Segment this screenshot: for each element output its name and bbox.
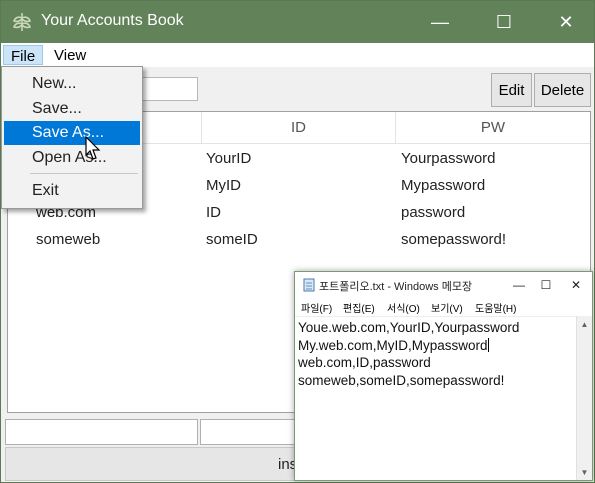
notepad-icon [303,278,315,292]
mouse-cursor-icon [85,136,101,160]
table-cell-pw[interactable]: password [401,204,465,221]
column-header-id[interactable]: ID [202,112,396,144]
window-title: Your Accounts Book [41,12,184,29]
table-cell-site[interactable]: someweb [36,231,100,248]
notepad-maximize-button[interactable]: ☐ [533,274,559,296]
menu-item-save-as[interactable]: Save As... [4,121,140,145]
notepad-text-area[interactable]: Youe.web.com,YourID,Yourpassword My.web.… [295,316,576,480]
delete-button[interactable]: Delete [534,73,591,107]
notepad-menu-format[interactable]: 서식(O) [387,300,420,315]
menu-separator [30,173,138,174]
menu-bar: File View [1,43,594,67]
edit-button[interactable]: Edit [491,73,532,107]
menu-view[interactable]: View [47,45,93,65]
minimize-button[interactable]: — [417,1,463,43]
table-cell-id[interactable]: someID [206,231,258,248]
notepad-title-bar[interactable]: 포트폴리오.txt - Windows 메모장 — ☐ ✕ [295,272,592,298]
notepad-menu-view[interactable]: 보기(V) [431,300,463,315]
title-bar[interactable]: Your Accounts Book — ☐ ✕ [1,1,594,43]
table-cell-id[interactable]: MyID [206,177,241,194]
column-header-pw[interactable]: PW [396,112,590,144]
scroll-down-arrow-icon[interactable]: ▼ [577,464,592,480]
notepad-vertical-scrollbar[interactable]: ▲ ▼ [576,316,592,480]
table-cell-pw[interactable]: somepassword! [401,231,506,248]
notepad-line: web.com,ID,password [298,355,431,370]
menu-item-exit[interactable]: Exit [4,179,140,203]
notepad-menu-help[interactable]: 도움말(H) [475,300,516,315]
notepad-menu-bar: 파일(F) 편집(E) 서식(O) 보기(V) 도움말(H) [295,298,592,316]
maximize-button[interactable]: ☐ [481,1,527,43]
site-input[interactable] [5,419,198,445]
notepad-line: My.web.com,MyID,Mypassword [298,337,488,353]
notepad-line-with-caret: My.web.com,MyID,Mypassword [298,337,573,355]
close-button[interactable]: ✕ [543,1,589,43]
search-input[interactable] [136,77,198,101]
scroll-up-arrow-icon[interactable]: ▲ [577,316,592,332]
table-cell-pw[interactable]: Mypassword [401,177,485,194]
notepad-title: 포트폴리오.txt - Windows 메모장 [319,281,473,293]
notepad-line: someweb,someID,somepassword! [298,372,505,388]
table-cell-id[interactable]: YourID [206,150,251,167]
table-cell-id[interactable]: ID [206,204,221,221]
table-cell-pw[interactable]: Yourpassword [401,150,496,167]
leaf-app-icon [12,13,32,31]
file-dropdown-menu: New... Save... Save As... Open As... Exi… [1,66,143,209]
menu-item-new[interactable]: New... [4,72,140,96]
notepad-line: Youe.web.com,YourID,Yourpassword [298,320,520,335]
notepad-window: 포트폴리오.txt - Windows 메모장 — ☐ ✕ 파일(F) 편집(E… [294,271,593,481]
menu-item-save[interactable]: Save... [4,97,140,121]
notepad-minimize-button[interactable]: — [506,274,532,296]
notepad-menu-edit[interactable]: 편집(E) [343,300,375,315]
menu-file[interactable]: File [3,45,44,65]
text-caret [487,337,489,352]
menu-item-open-as[interactable]: Open As... [4,146,140,170]
notepad-close-button[interactable]: ✕ [563,274,589,296]
notepad-menu-file[interactable]: 파일(F) [301,300,332,315]
id-input[interactable] [200,419,300,445]
